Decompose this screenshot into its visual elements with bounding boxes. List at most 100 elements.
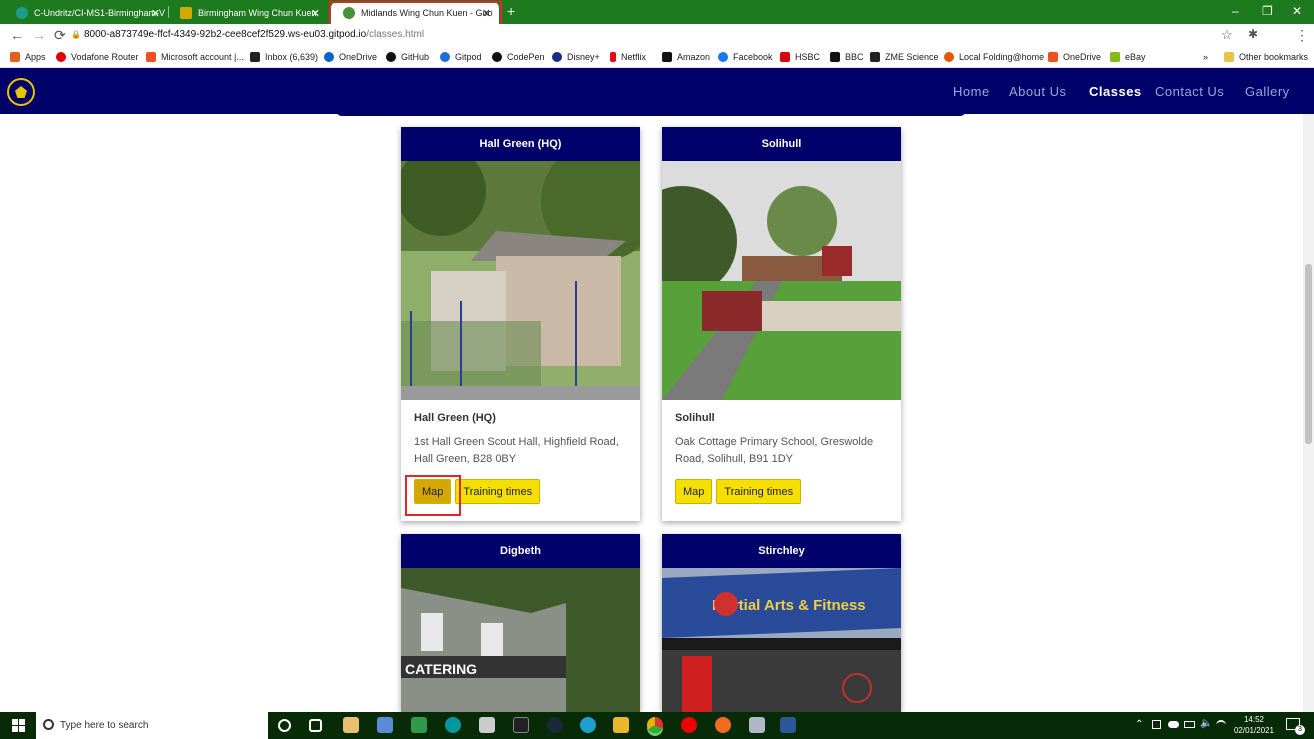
other-bookmarks-folder[interactable]: Other bookmarks [1224,52,1308,62]
new-tab-button[interactable]: + [507,3,515,19]
forward-arrow-icon[interactable]: → [32,27,46,43]
nav-link-contact[interactable]: Contact Us [1155,84,1224,99]
opera-icon[interactable] [681,717,697,733]
training-times-button[interactable]: Training times [716,479,802,504]
hsbc-icon [780,52,790,62]
class-card-solihull: Solihull Solihull Oak Cottage Primary Sc… [662,127,901,521]
bookmark-github[interactable]: GitHub [386,52,429,62]
onedrive-tray-icon[interactable] [1168,721,1179,728]
chrome-menu-icon[interactable]: ⋮ [1295,27,1309,44]
close-tab-icon[interactable]: ✕ [151,7,160,20]
firefox-icon[interactable] [715,717,731,733]
card-header: Hall Green (HQ) [401,127,640,161]
bookmarks-bar: Apps Vodafone Router Microsoft account |… [0,48,1314,68]
ebay-icon [1110,52,1120,62]
class-card-digbeth: Digbeth CATERING [401,534,640,712]
bookmark-amazon[interactable]: Amazon [662,52,710,62]
restore-button[interactable]: ❐ [1262,4,1273,18]
steam-icon[interactable] [547,717,563,733]
battery-icon[interactable] [1184,721,1195,728]
reload-icon[interactable]: ⟳ [54,27,66,44]
zme-icon [870,52,880,62]
card-title: Hall Green (HQ) [414,412,496,424]
explorer-app-icon[interactable] [377,717,393,733]
volume-icon[interactable]: 🔈 [1200,718,1212,729]
bookmark-apps[interactable]: Apps [10,52,46,62]
nav-link-classes[interactable]: Classes [1089,84,1142,99]
cortana-icon[interactable] [278,719,291,732]
bookmark-inbox[interactable]: Inbox (6,639) [250,52,318,62]
search-placeholder: Type here to search [60,720,149,731]
wifi-icon[interactable] [1216,720,1226,730]
taskbar-search-box[interactable]: Type here to search [36,712,268,739]
bookmark-gitpod[interactable]: Gitpod [440,52,482,62]
navbar-dropdown-shadow [336,108,966,116]
arduino-icon[interactable] [445,717,461,733]
bookmark-codepen[interactable]: CodePen [492,52,545,62]
app-icon-2[interactable] [749,717,765,733]
nav-link-gallery[interactable]: Gallery [1245,84,1290,99]
page-scrollbar[interactable] [1303,114,1314,712]
active-tab-highlight [329,1,502,26]
card-header: Solihull [662,127,901,161]
app-icon[interactable] [479,717,495,733]
bookmark-facebook[interactable]: Facebook [718,52,773,62]
window-close-button[interactable]: ✕ [1292,4,1302,18]
tab-birmingham-wck[interactable]: Birmingham Wing Chun Kuen ✕ [168,2,328,24]
onedrive-cloud-icon [324,52,334,62]
map-button[interactable]: Map [675,479,713,504]
chrome-icon[interactable] [647,717,663,733]
notifications-icon[interactable]: 3 [1286,718,1305,735]
stirchley-photo: Martial Arts & Fitness [662,568,901,712]
bookmark-vodafone[interactable]: Vodafone Router [56,52,139,62]
card-address: 1st Hall Green Scout Hall, Highfield Roa… [414,436,619,465]
close-tab-icon[interactable]: ✕ [311,7,320,20]
tab-github[interactable]: C-Undritz/CI-MS1-Birmingham-V ✕ [4,2,168,24]
card-header: Digbeth [401,534,640,568]
nav-link-about[interactable]: About Us [1009,84,1066,99]
tab-label: Birmingham Wing Chun Kuen [198,8,317,18]
tray-app-icon[interactable] [1152,720,1161,729]
system-clock[interactable]: 14:52 02/01/2021 [1234,714,1274,736]
windows-start-icon[interactable] [12,719,25,732]
bookmark-star-icon[interactable]: ☆ [1221,27,1233,43]
notepad-icon[interactable] [411,717,427,733]
bookmarks-overflow-icon[interactable]: » [1203,52,1208,62]
bookmark-microsoft[interactable]: Microsoft account |... [146,52,244,62]
bookmark-folding[interactable]: Local Folding@home [944,52,1044,62]
class-card-hall-green: Hall Green (HQ) Hall Green (HQ) 1st Hall… [401,127,640,521]
epic-games-icon[interactable] [513,717,529,733]
bookmark-bbc[interactable]: BBC [830,52,864,62]
tray-chevron-icon[interactable]: ⌃ [1135,719,1143,730]
bookmark-hsbc[interactable]: HSBC [780,52,820,62]
bookmark-ebay[interactable]: eBay [1110,52,1146,62]
scrollbar-thumb[interactable] [1305,264,1312,444]
github-favicon-icon [16,7,28,19]
browser-toolbar: ← → ⟳ 🔒 8000-a873749e-ffcf-4349-92b2-cee… [0,24,1314,67]
club-logo[interactable] [7,78,35,106]
address-bar[interactable]: 8000-a873749e-ffcf-4349-92b2-cee8cef2f52… [84,29,424,40]
url-path: /classes.html [366,29,425,40]
github-icon [386,52,396,62]
minimize-button[interactable]: – [1232,4,1239,18]
card-header: Stirchley [662,534,901,568]
training-times-button[interactable]: Training times [455,479,541,504]
catering-sign: CATERING [405,661,477,677]
task-view-icon[interactable] [309,719,322,732]
nav-link-home[interactable]: Home [953,84,990,99]
edge-icon[interactable] [580,717,596,733]
bookmark-disney[interactable]: Disney+ [552,52,600,62]
hall-green-photo [401,161,640,400]
folding-icon [944,52,954,62]
extensions-icon[interactable]: ✱ [1248,27,1258,41]
bookmark-netflix[interactable]: Netflix [610,52,646,62]
lock-icon: 🔒 [71,30,81,39]
back-arrow-icon[interactable]: ← [10,27,24,43]
bookmark-onedrive-2[interactable]: OneDrive [1048,52,1101,62]
store-icon[interactable] [343,717,359,733]
netflix-icon [610,52,616,62]
bookmark-onedrive[interactable]: OneDrive [324,52,377,62]
file-explorer-icon[interactable] [613,717,629,733]
word-icon[interactable] [780,717,796,733]
bookmark-zme[interactable]: ZME Science [870,52,939,62]
